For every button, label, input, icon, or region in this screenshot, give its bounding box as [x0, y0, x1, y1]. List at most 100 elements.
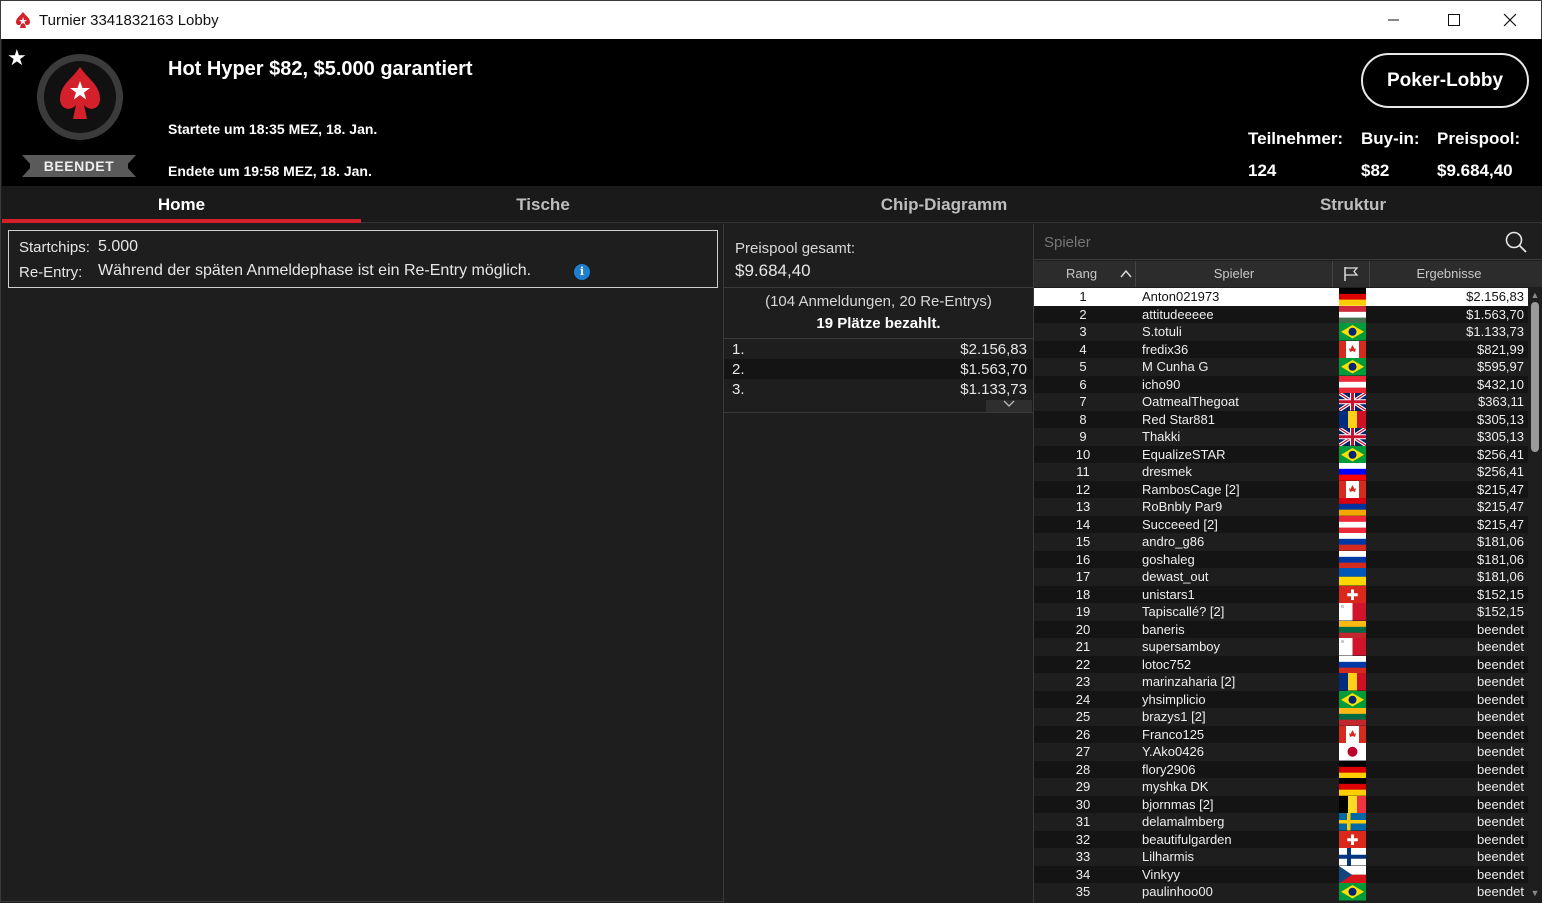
player-result: $152,15 — [1477, 604, 1524, 619]
info-icon[interactable]: i — [574, 264, 590, 280]
player-rank: 4 — [1079, 341, 1087, 357]
player-name: RambosCage [2] — [1142, 481, 1240, 497]
player-row[interactable]: 21 supersamboy beendet — [1034, 638, 1528, 656]
player-rank: 12 — [1075, 481, 1091, 497]
player-row[interactable]: 20 baneris beendet — [1034, 620, 1528, 639]
player-row[interactable]: 4 fredix36 $821,99 — [1034, 340, 1528, 358]
country-flag-icon — [1339, 323, 1366, 341]
country-flag-icon — [1339, 498, 1366, 516]
player-row[interactable]: 34 Vinkyy beendet — [1034, 865, 1528, 883]
player-result: beendet — [1477, 726, 1524, 742]
player-row[interactable]: 12 RambosCage [2] $215,47 — [1034, 480, 1528, 498]
payout-position: 2. — [732, 361, 745, 378]
country-column-header[interactable] — [1333, 261, 1370, 287]
country-flag-icon — [1339, 795, 1367, 813]
player-rank: 28 — [1075, 761, 1091, 777]
scroll-down-icon[interactable]: ▼ — [1528, 886, 1542, 900]
player-result: beendet — [1477, 674, 1524, 689]
player-row[interactable]: 28 flory2906 beendet — [1034, 760, 1528, 779]
player-name: flory2906 — [1142, 761, 1196, 777]
player-name: yhsimplicio — [1142, 691, 1206, 707]
player-row[interactable]: 35 paulinhoo00 beendet — [1034, 883, 1528, 901]
startchips-label: Startchips: — [19, 239, 90, 256]
player-row[interactable]: 15 andro_g86 $181,06 — [1034, 533, 1528, 551]
country-flag-icon — [1339, 865, 1366, 883]
player-row[interactable]: 2 attitudeeeee $1.563,70 — [1034, 305, 1528, 324]
country-flag-icon — [1339, 638, 1366, 656]
player-row[interactable]: 13 RoBnbly Par9 $215,47 — [1034, 498, 1528, 516]
player-row[interactable]: 11 dresmek $256,41 — [1034, 463, 1528, 481]
scrollbar-thumb[interactable] — [1531, 302, 1539, 452]
player-row[interactable]: 9 Thakki $305,13 — [1034, 426, 1528, 447]
player-row[interactable]: 19 Tapiscallé? [2] $152,15 — [1034, 603, 1528, 621]
player-row[interactable]: 25 brazys1 [2] beendet — [1034, 708, 1528, 726]
player-rank: 31 — [1075, 814, 1091, 829]
player-row[interactable]: 5 M Cunha G $595,97 — [1034, 358, 1528, 376]
tournament-name: Hot Hyper $82, $5.000 garantiert — [168, 58, 473, 80]
country-flag-icon — [1338, 426, 1367, 447]
buyin-label: Buy-in: — [1361, 129, 1420, 148]
player-result: $595,97 — [1477, 359, 1524, 374]
rank-column-header[interactable]: Rang — [1034, 261, 1136, 287]
player-name: Lilharmis — [1142, 849, 1195, 864]
player-result: beendet — [1477, 691, 1524, 707]
player-row[interactable]: 8 Red Star881 $305,13 — [1034, 410, 1528, 428]
tab-chip-chart[interactable]: Chip-Diagramm — [724, 186, 1164, 223]
maximize-button[interactable] — [1431, 1, 1477, 39]
close-button[interactable] — [1487, 1, 1533, 39]
minimize-button[interactable] — [1371, 1, 1417, 39]
player-row[interactable]: 23 marinzaharia [2] beendet — [1034, 673, 1528, 691]
player-list-scrollbar[interactable]: ▲ ▼ — [1528, 288, 1542, 903]
player-name: Vinkyy — [1142, 866, 1181, 882]
tab-structure[interactable]: Struktur — [1164, 186, 1542, 223]
player-row[interactable]: 17 dewast_out $181,06 — [1034, 568, 1528, 586]
player-result: $181,06 — [1477, 534, 1524, 549]
poker-lobby-button[interactable]: Poker-Lobby — [1361, 53, 1529, 108]
player-name: lotoc752 — [1142, 656, 1192, 672]
player-result: $305,13 — [1477, 429, 1524, 444]
tab-home[interactable]: Home — [2, 186, 361, 223]
player-row[interactable]: 18 unistars1 $152,15 — [1034, 585, 1528, 603]
country-flag-icon — [1339, 533, 1366, 551]
player-row[interactable]: 27 Y.Ako0426 beendet — [1034, 743, 1528, 761]
player-row[interactable]: 7 OatmealThegoat $363,11 — [1034, 391, 1528, 412]
player-rank: 30 — [1075, 796, 1091, 812]
country-flag-icon — [1339, 410, 1367, 428]
player-row[interactable]: 6 icho90 $432,10 — [1034, 375, 1528, 394]
scroll-up-icon[interactable]: ▲ — [1528, 288, 1542, 302]
prize-pool-total-label: Preispool gesamt: — [735, 240, 856, 257]
player-row[interactable]: 33 Lilharmis beendet — [1034, 848, 1528, 866]
country-flag-icon — [1339, 690, 1366, 708]
player-row[interactable]: 32 beautifulgarden beendet — [1034, 830, 1528, 848]
country-flag-icon — [1339, 550, 1366, 569]
favorite-star-icon[interactable]: ★ — [7, 45, 27, 71]
player-result: beendet — [1477, 866, 1524, 882]
player-row[interactable]: 16 goshaleg $181,06 — [1034, 550, 1528, 569]
country-flag-icon — [1339, 848, 1366, 866]
player-name: baneris — [1142, 621, 1185, 637]
player-rank: 26 — [1075, 726, 1091, 742]
player-row[interactable]: 14 Succeeed [2] $215,47 — [1034, 515, 1528, 534]
player-row[interactable]: 10 EqualizeSTAR $256,41 — [1034, 445, 1528, 463]
player-result: $256,41 — [1477, 464, 1524, 479]
player-row[interactable]: 3 S.totuli $1.133,73 — [1034, 323, 1528, 341]
player-row[interactable]: 29 myshka DK beendet — [1034, 778, 1528, 796]
pokerstars-badge-icon — [37, 54, 123, 140]
player-row[interactable]: 30 bjornmas [2] beendet — [1034, 795, 1528, 813]
player-search-input[interactable] — [1034, 224, 1494, 260]
player-row[interactable]: 24 yhsimplicio beendet — [1034, 690, 1528, 708]
player-row[interactable]: 1 Anton021973 $2.156,83 — [1034, 288, 1528, 306]
expand-payouts-button[interactable] — [986, 400, 1032, 412]
player-column-header[interactable]: Spieler — [1136, 261, 1333, 287]
result-column-header[interactable]: Ergebnisse — [1370, 261, 1528, 287]
minimize-icon — [1388, 19, 1399, 21]
payout-row: 1. $2.156,83 — [724, 339, 1033, 359]
search-icon[interactable] — [1504, 230, 1528, 254]
player-row[interactable]: 26 Franco125 beendet — [1034, 725, 1528, 743]
player-result: $305,13 — [1477, 411, 1524, 427]
tab-tables[interactable]: Tische — [363, 186, 723, 223]
divider — [724, 412, 1033, 413]
player-row[interactable]: 22 lotoc752 beendet — [1034, 655, 1528, 674]
player-row[interactable]: 31 delamalmberg beendet — [1034, 813, 1528, 831]
country-flag-icon — [1339, 743, 1366, 761]
